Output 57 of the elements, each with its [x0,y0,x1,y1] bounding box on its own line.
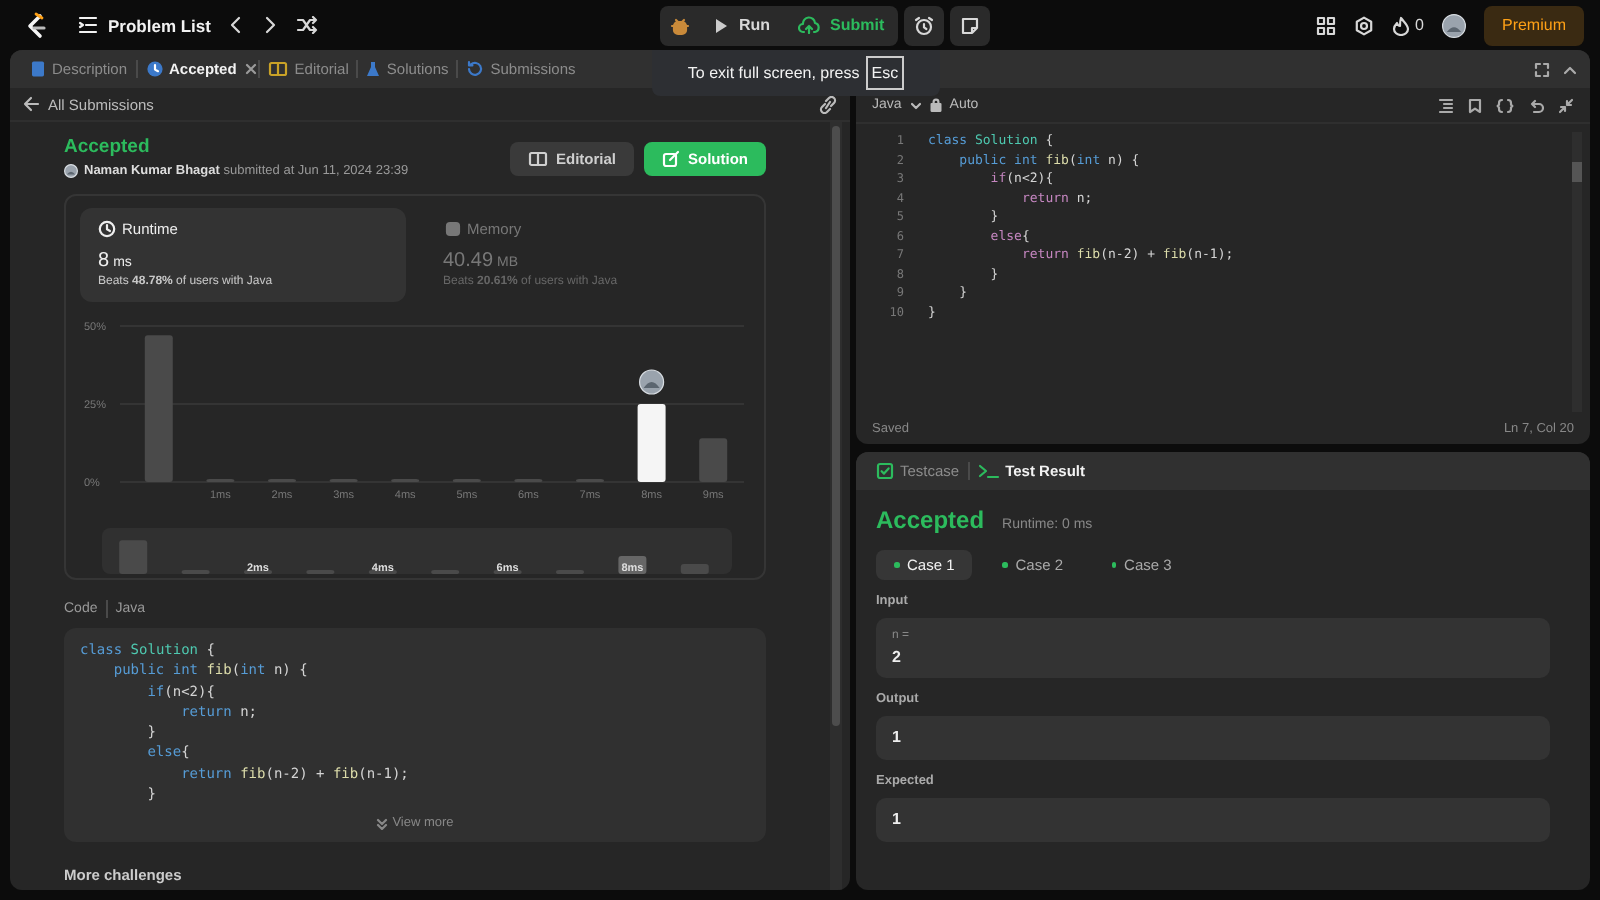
chevron-left-icon[interactable] [228,16,245,34]
alarm-clock-icon[interactable] [914,15,935,35]
history-icon [466,60,485,78]
chart-bar[interactable] [637,404,666,482]
book-icon [268,60,289,78]
chevron-down-icon [909,99,922,111]
collapse-icon[interactable] [1558,97,1574,113]
book-icon[interactable] [527,150,548,168]
edit-icon [662,150,680,168]
clock-icon [145,60,164,78]
flask-icon [366,60,381,78]
clock-icon [98,220,116,238]
link-icon[interactable] [818,95,838,113]
chevron-up-icon[interactable] [1562,61,1578,77]
fullscreen-notice: To exit full screen, press [687,64,860,82]
key-label: Esc [865,56,905,90]
grid-icon[interactable] [1315,15,1336,35]
logo-icon[interactable] [24,11,48,39]
value-text: 1 [892,728,903,746]
value-text: 1 [892,810,903,828]
format-icon[interactable] [1438,97,1454,113]
value-text: 2 [892,648,903,666]
note-icon[interactable] [960,15,981,35]
play-icon [714,17,729,33]
premium-button[interactable]: Premium [1483,5,1584,45]
lock-icon[interactable] [929,98,942,112]
notes-button[interactable] [950,5,991,45]
braces-icon[interactable] [1496,97,1514,113]
chevrons-down-icon [376,817,389,829]
flame-icon[interactable] [1391,15,1410,35]
cloud-upload-icon [798,16,821,34]
undo-icon[interactable] [1528,97,1544,113]
terminal-icon [977,462,1000,480]
avatar-icon [639,369,665,395]
status-title: Accepted [64,136,152,158]
chip-icon [443,220,461,238]
timer-button[interactable] [904,5,945,45]
problem-list-link[interactable]: Problem List [78,15,211,35]
checkbox-icon [876,462,894,480]
shuffle-icon[interactable] [296,16,319,34]
close-icon[interactable] [244,62,259,76]
fullscreen-icon[interactable] [1534,61,1550,77]
avatar-icon[interactable] [64,164,78,178]
chevron-right-icon[interactable] [262,16,279,34]
settings-icon[interactable] [1353,15,1374,35]
scrollbar[interactable] [1572,132,1582,412]
result-status: Accepted [876,506,985,534]
avatar-icon[interactable] [1441,13,1466,37]
run-button[interactable]: Run [700,5,785,45]
arrow-left-icon[interactable] [22,96,40,112]
document-icon [30,60,46,78]
bug-icon[interactable] [670,15,691,35]
bookmark-icon[interactable] [1468,97,1482,113]
scrollbar[interactable] [830,122,842,890]
list-icon [78,16,98,34]
submit-button[interactable]: Submit [784,5,899,45]
streak-counter[interactable]: 0 [1391,15,1424,35]
